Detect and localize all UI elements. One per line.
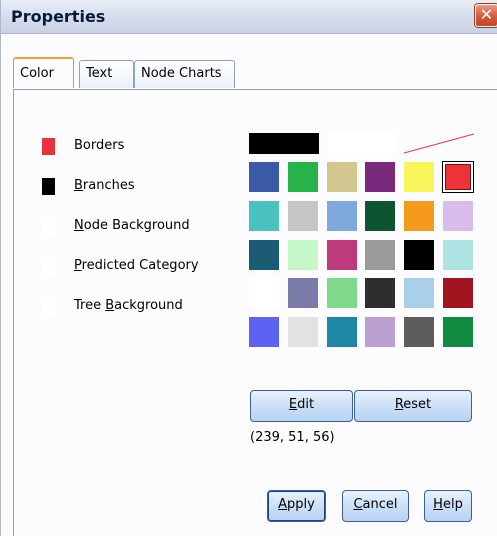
title-bar[interactable]: Properties ✕ <box>1 0 497 34</box>
palette-color-cell[interactable] <box>443 240 473 270</box>
palette-color-cell[interactable] <box>327 317 357 347</box>
cancel-button[interactable]: Cancel <box>342 490 409 522</box>
palette-color-cell[interactable] <box>249 201 279 231</box>
element-label: Node Background <box>74 218 190 233</box>
preset-no-color-swatch[interactable] <box>404 133 474 154</box>
tree-background-color-swatch <box>42 298 55 315</box>
palette-color-cell[interactable] <box>288 278 318 308</box>
element-label: Tree Background <box>74 298 183 313</box>
preset-white-swatch[interactable] <box>327 133 397 154</box>
palette-color-cell[interactable] <box>249 317 279 347</box>
element-label: Predicted Category <box>74 258 199 273</box>
palette-color-cell[interactable] <box>365 201 395 231</box>
no-color-slash-icon <box>404 133 474 154</box>
palette-color-cell[interactable] <box>404 317 434 347</box>
tab-text[interactable]: Text <box>79 60 134 88</box>
palette-color-cell[interactable] <box>404 240 434 270</box>
properties-dialog: Properties ✕ Color Text Node Charts Bord… <box>0 0 497 536</box>
palette-color-cell[interactable] <box>404 201 434 231</box>
help-button-label: Help <box>433 497 463 512</box>
edit-button[interactable]: Edit <box>250 390 353 422</box>
palette-color-cell[interactable] <box>327 278 357 308</box>
window-title: Properties <box>11 7 106 26</box>
palette-color-cell[interactable] <box>442 161 474 193</box>
palette-color-cell[interactable] <box>288 201 318 231</box>
predicted-category-color-swatch <box>42 258 55 275</box>
help-button[interactable]: Help <box>424 490 472 522</box>
palette-color-cell[interactable] <box>249 278 279 308</box>
palette-color-cell[interactable] <box>249 162 279 192</box>
edit-button-label: Edit <box>288 397 315 412</box>
branches-color-swatch <box>42 178 55 195</box>
palette-color-cell[interactable] <box>327 162 357 192</box>
palette-color-cell[interactable] <box>288 240 318 270</box>
palette-color-cell[interactable] <box>365 317 395 347</box>
apply-button-label: Apply <box>278 497 315 512</box>
tab-node-charts[interactable]: Node Charts <box>134 60 235 88</box>
selected-color-rgb-readout: (239, 51, 56) <box>250 430 335 445</box>
tab-color[interactable]: Color <box>13 57 74 88</box>
palette-color-cell[interactable] <box>249 240 279 270</box>
reset-button[interactable]: Reset <box>354 390 472 422</box>
palette-color-cell[interactable] <box>404 162 434 192</box>
borders-color-swatch <box>42 138 55 155</box>
palette-color-cell[interactable] <box>288 317 318 347</box>
palette-color-cell[interactable] <box>365 278 395 308</box>
palette-color-cell[interactable] <box>443 201 473 231</box>
palette-color-cell[interactable] <box>327 240 357 270</box>
reset-button-label: Reset <box>394 397 432 412</box>
element-label: Borders <box>74 138 125 153</box>
palette-color-cell[interactable] <box>404 278 434 308</box>
preset-black-swatch[interactable] <box>249 133 319 154</box>
element-label: Branches <box>74 178 135 193</box>
palette-color-cell[interactable] <box>443 278 473 308</box>
apply-button[interactable]: Apply <box>267 490 326 522</box>
palette-color-cell[interactable] <box>288 162 318 192</box>
close-icon[interactable]: ✕ <box>475 4 497 27</box>
palette-color-cell[interactable] <box>327 201 357 231</box>
node-background-color-swatch <box>42 218 55 235</box>
cancel-button-label: Cancel <box>353 497 398 512</box>
palette-color-cell[interactable] <box>443 317 473 347</box>
palette-color-cell[interactable] <box>365 162 395 192</box>
palette-color-cell[interactable] <box>365 240 395 270</box>
